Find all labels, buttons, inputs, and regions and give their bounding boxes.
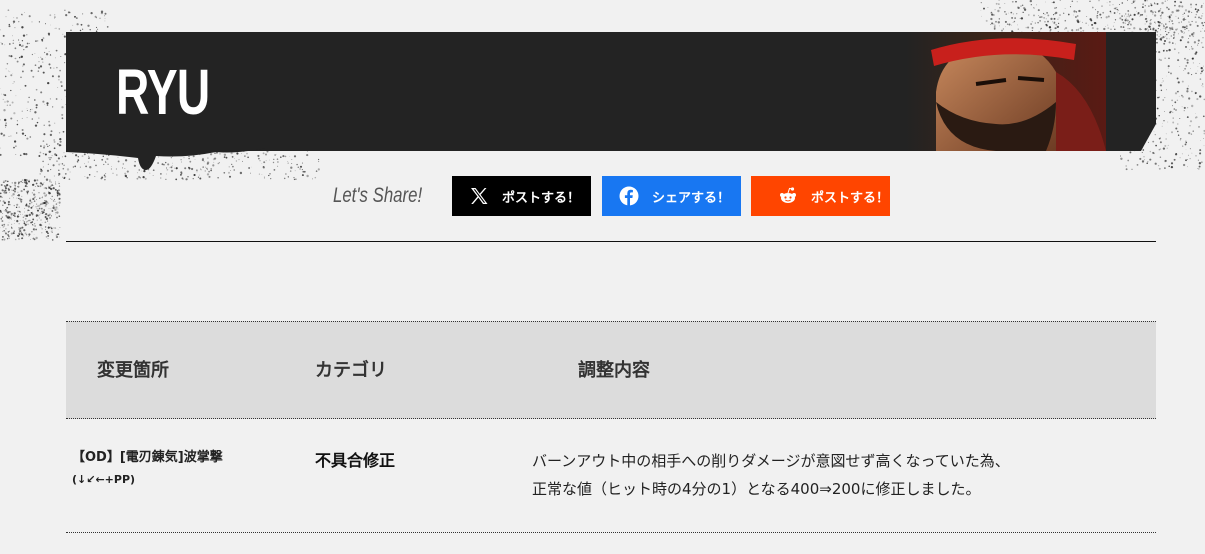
move-cell: 【OD】[電刃錬気]波掌撃 (↓↙←+PP)	[72, 447, 223, 491]
adjustment-table: 変更箇所 カテゴリ 調整内容 【OD】[電刃錬気]波掌撃 (↓↙←+PP) 不具…	[66, 321, 1156, 533]
share-facebook-label: シェアする！	[652, 190, 731, 206]
ryu-portrait	[906, 32, 1106, 151]
detail-cell: バーンアウト中の相手への削りダメージが意図せず高くなっていた為、 正常な値（ヒッ…	[532, 447, 1132, 503]
share-x-label: ポストする！	[502, 190, 581, 206]
category-cell: 不具合修正	[315, 451, 396, 470]
x-logo-icon	[468, 185, 490, 207]
share-reddit-label: ポストする！	[811, 190, 890, 206]
character-name: RYU	[116, 56, 210, 128]
table-header: 変更箇所 カテゴリ 調整内容	[66, 321, 1156, 419]
facebook-icon	[618, 185, 640, 207]
header-location: 変更箇所	[97, 360, 169, 381]
share-reddit-button[interactable]: ポストする！	[751, 176, 890, 216]
share-label: Let's Share!	[333, 184, 423, 207]
share-facebook-button[interactable]: シェアする！	[602, 176, 741, 216]
detail-line-1: バーンアウト中の相手への削りダメージが意図せず高くなっていた為、	[532, 452, 1010, 470]
section-divider	[66, 241, 1156, 242]
header-category: カテゴリ	[315, 360, 387, 381]
banner-drip	[66, 148, 266, 170]
move-command: (↓↙←+PP)	[72, 473, 136, 486]
detail-line-2: 正常な値（ヒット時の4分の1）となる400⇒200に修正しました。	[532, 480, 981, 498]
character-banner: RYU	[66, 32, 1156, 151]
header-details: 調整内容	[578, 360, 650, 381]
share-bar: Let's Share! ポストする！ シェアする！ ポストする！	[0, 176, 1205, 216]
table-row: 【OD】[電刃錬気]波掌撃 (↓↙←+PP) 不具合修正 バーンアウト中の相手へ…	[66, 419, 1156, 533]
reddit-icon	[777, 185, 799, 207]
move-name: 【OD】[電刃錬気]波掌撃	[72, 450, 223, 465]
share-x-button[interactable]: ポストする！	[452, 176, 591, 216]
